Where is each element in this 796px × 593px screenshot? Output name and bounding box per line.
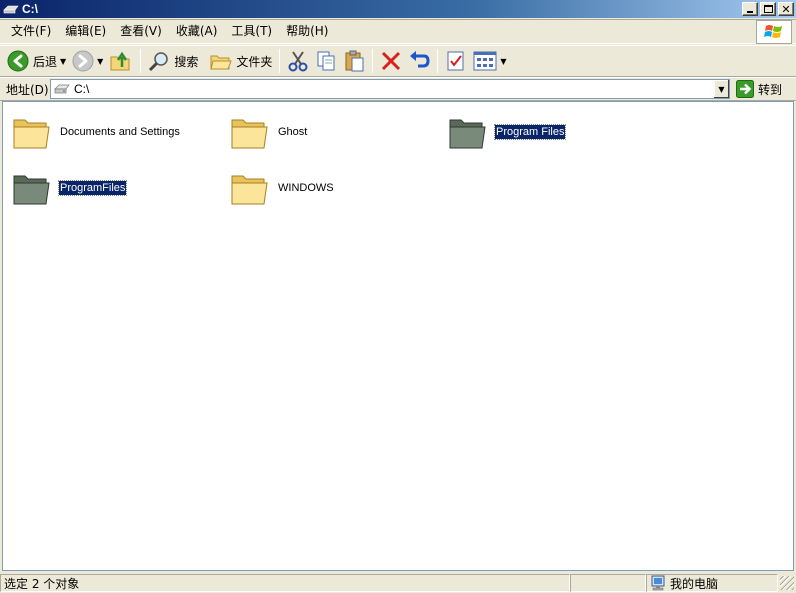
resize-grip[interactable]: [780, 576, 794, 590]
go-label: 转到: [758, 82, 783, 97]
folder-item[interactable]: Ghost: [229, 110, 308, 154]
search-icon: [149, 52, 169, 72]
views-icon: [473, 51, 497, 71]
address-input[interactable]: C:\ ▼: [50, 79, 730, 99]
folder-item[interactable]: ProgramFiles: [11, 166, 128, 210]
address-dropdown-button[interactable]: ▼: [713, 80, 729, 98]
folder-icon: [231, 175, 268, 205]
toolbar-separator: [372, 49, 374, 73]
views-dropdown-icon[interactable]: ▼: [500, 57, 506, 66]
cut-icon: [288, 51, 308, 72]
back-button[interactable]: 后退 ▼: [4, 47, 69, 75]
menu-view[interactable]: 查看(V): [113, 21, 169, 41]
address-label: 地址(D): [6, 82, 49, 97]
close-icon: ✕: [781, 2, 791, 16]
folder-item[interactable]: WINDOWS: [229, 166, 335, 210]
item-name: Ghost: [278, 126, 308, 138]
forward-dropdown-icon[interactable]: ▼: [97, 57, 103, 66]
windows-flag-icon: [764, 25, 782, 38]
undo-button[interactable]: [405, 47, 433, 75]
properties-button[interactable]: [442, 47, 470, 75]
maximize-icon: [763, 5, 773, 13]
item-name: WINDOWS: [278, 182, 334, 194]
item-name: Program Files: [493, 124, 567, 140]
cut-button[interactable]: [284, 47, 312, 75]
menu-favorites[interactable]: 收藏(A): [169, 21, 225, 41]
address-bar: 地址(D) C:\ ▼ 转到: [0, 77, 796, 101]
paste-icon: [345, 50, 364, 72]
menu-bar: 文件(F) 编辑(E) 查看(V) 收藏(A) 工具(T) 帮助(H): [0, 19, 796, 44]
status-empty-panel: [570, 574, 646, 592]
toolbar-separator: [279, 49, 281, 73]
folder-item[interactable]: Program Files: [447, 110, 567, 154]
menu-file[interactable]: 文件(F): [4, 21, 58, 41]
windows-logo: [756, 20, 792, 44]
folder-icon: [231, 119, 268, 149]
up-folder-icon: [110, 51, 130, 71]
views-button[interactable]: ▼: [470, 47, 509, 75]
back-label: 后退: [33, 54, 58, 69]
maximize-button[interactable]: [760, 2, 776, 16]
search-label: 搜索: [174, 54, 199, 69]
menu-help[interactable]: 帮助(H): [279, 21, 335, 41]
chevron-down-icon: ▼: [718, 84, 725, 94]
toolbar-separator: [140, 49, 142, 73]
my-computer-icon: [651, 575, 665, 591]
folder-icon: [13, 175, 50, 205]
copy-button[interactable]: [312, 47, 340, 75]
drive-icon: [54, 84, 70, 94]
up-folder-button[interactable]: [106, 47, 136, 75]
go-button[interactable]: 转到: [736, 80, 782, 98]
status-text-panel: 选定 2 个对象: [0, 574, 570, 592]
status-bar: 选定 2 个对象 我的电脑: [0, 573, 796, 593]
paste-button[interactable]: [340, 47, 368, 75]
search-button[interactable]: 搜索: [145, 47, 201, 75]
close-button[interactable]: ✕: [778, 2, 794, 16]
back-dropdown-icon[interactable]: ▼: [60, 57, 66, 66]
address-value: C:\: [74, 82, 90, 96]
folder-icon: [13, 119, 50, 149]
back-arrow-icon: [7, 50, 29, 72]
toolbar-separator: [437, 49, 439, 73]
folders-icon: [210, 55, 233, 70]
menu-edit[interactable]: 编辑(E): [58, 21, 113, 41]
folders-label: 文件夹: [236, 54, 273, 69]
status-text: 选定 2 个对象: [4, 576, 80, 591]
copy-icon: [317, 51, 335, 71]
item-name: Documents and Settings: [60, 126, 180, 138]
status-zone-panel: 我的电脑: [646, 574, 778, 592]
item-name: ProgramFiles: [57, 180, 128, 196]
forward-arrow-icon: [72, 50, 94, 72]
undo-icon: [410, 51, 430, 68]
go-arrow-icon: [736, 80, 754, 98]
toolbar: 后退 ▼ ▼ 搜索 文件夹 ▼: [0, 45, 796, 77]
folders-button[interactable]: 文件夹: [207, 47, 275, 75]
title-bar[interactable]: C:\ ✕: [0, 0, 796, 18]
folder-item[interactable]: Documents and Settings: [11, 110, 181, 154]
minimize-button[interactable]: [742, 2, 758, 16]
folder-icon: [449, 119, 486, 149]
drive-icon: [3, 5, 19, 14]
file-list-pane[interactable]: Documents and Settings Ghost Program Fil…: [2, 101, 794, 571]
forward-button[interactable]: ▼: [69, 47, 106, 75]
delete-button[interactable]: [377, 47, 405, 75]
menu-tools[interactable]: 工具(T): [224, 21, 279, 41]
properties-icon: [447, 51, 464, 71]
delete-icon: [382, 51, 401, 71]
window-title: C:\: [22, 2, 38, 16]
minimize-icon: [747, 11, 753, 13]
status-zone: 我的电脑: [670, 576, 719, 591]
